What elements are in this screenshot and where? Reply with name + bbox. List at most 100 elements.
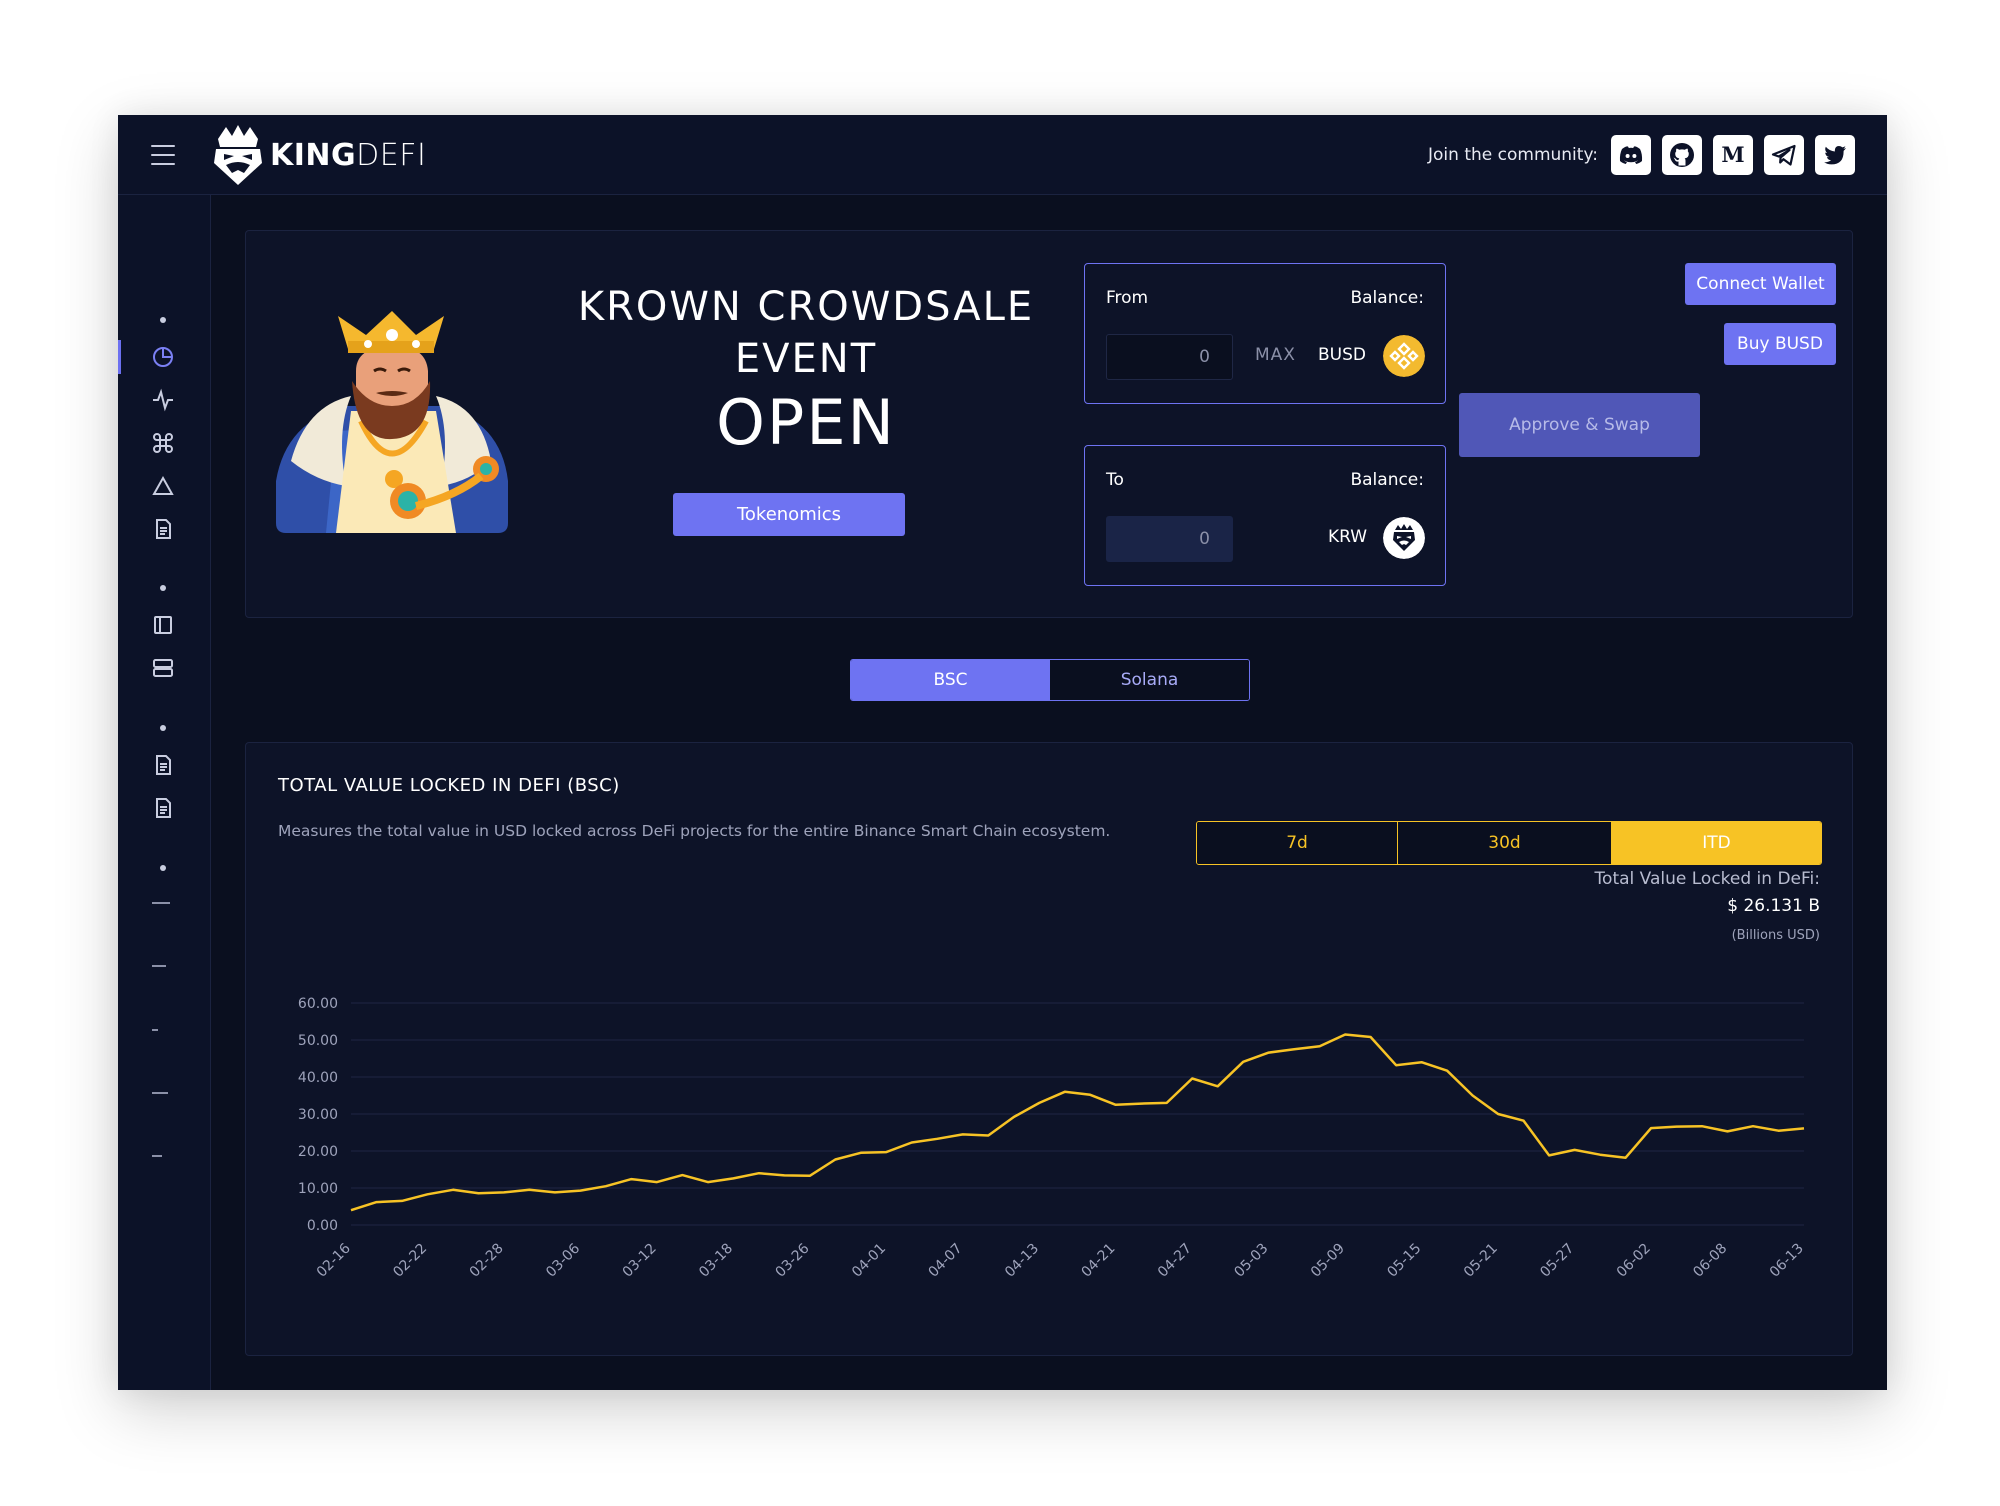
range-7d[interactable]: 7d (1197, 822, 1398, 864)
document-icon (156, 798, 171, 818)
range-toggle: 7d 30d ITD (1196, 821, 1822, 865)
tvl-description: Measures the total value in USD locked a… (278, 822, 1111, 840)
king-mascot-illustration (276, 311, 508, 533)
medium-icon: M (1721, 142, 1744, 167)
logo-text-bold: KING (270, 137, 357, 173)
swap-from-box: From Balance: MAX BUSD (1084, 263, 1446, 404)
crowdsale-title: KROWN CROWDSALE EVENT OPEN (546, 281, 1066, 461)
from-balance-label: Balance: (1350, 288, 1424, 308)
y-tick-label: 50.00 (298, 1033, 338, 1049)
x-tick-label: 04-13 (1002, 1241, 1042, 1281)
x-tick-label: 05-15 (1384, 1241, 1424, 1281)
network-tab-bsc[interactable]: BSC (851, 660, 1050, 700)
buy-busd-button[interactable]: Buy BUSD (1724, 323, 1836, 365)
crowdsale-card: KROWN CROWDSALE EVENT OPEN Tokenomics Fr… (245, 230, 1853, 618)
medium-button[interactable]: M (1713, 135, 1753, 175)
sidebar-item-placeholder[interactable] (152, 1092, 168, 1094)
range-itd[interactable]: ITD (1612, 822, 1821, 864)
sidebar-item-documents[interactable] (151, 517, 175, 541)
x-tick-label: 05-09 (1308, 1241, 1348, 1281)
x-tick-label: 03-06 (543, 1240, 583, 1280)
busd-token-icon (1383, 335, 1425, 377)
x-tick-label: 05-27 (1537, 1241, 1577, 1281)
to-balance-label: Balance: (1350, 470, 1424, 490)
x-tick-label: 02-22 (390, 1241, 430, 1281)
kingdefi-logo[interactable]: KINGDEFI (210, 121, 426, 189)
telegram-button[interactable] (1764, 135, 1804, 175)
github-button[interactable] (1662, 135, 1702, 175)
king-logo-icon (214, 125, 262, 185)
sidebar-item-placeholder[interactable] (152, 1029, 158, 1031)
connect-wallet-button[interactable]: Connect Wallet (1685, 263, 1836, 305)
sidebar-item-doc-b[interactable] (151, 796, 175, 820)
from-token-name: BUSD (1318, 345, 1366, 365)
sidebar-group-dot (160, 585, 166, 591)
y-tick-label: 20.00 (298, 1144, 338, 1160)
triangle-icon (152, 475, 174, 495)
to-token-name: KRW (1328, 527, 1368, 547)
sidebar-item-command[interactable] (151, 431, 175, 455)
from-label: From (1106, 288, 1149, 308)
x-tick-label: 06-13 (1767, 1241, 1807, 1281)
tokenomics-button[interactable]: Tokenomics (673, 493, 905, 536)
sidebar-item-doc-a[interactable] (151, 753, 175, 777)
tvl-series-line (350, 1033, 1805, 1212)
sidebar-item-activity[interactable] (151, 388, 175, 412)
y-tick-label: 60.00 (298, 996, 338, 1012)
tvl-summary-value: $ 26.131 B (1727, 896, 1820, 916)
top-bar: KINGDEFI Join the community: M (118, 115, 1887, 195)
title-line-1: KROWN CROWDSALE (577, 284, 1035, 330)
to-label: To (1106, 470, 1124, 490)
sidebar-group-dot (160, 317, 166, 323)
logo-text-light: DEFI (356, 137, 427, 173)
community-links: Join the community: M (1428, 135, 1855, 175)
x-tick-label: 03-26 (773, 1240, 813, 1280)
title-line-2: EVENT (734, 336, 878, 382)
x-tick-label: 04-21 (1078, 1241, 1118, 1281)
x-tick-label: 05-03 (1231, 1241, 1271, 1281)
x-tick-label: 04-07 (926, 1241, 966, 1281)
tvl-card: TOTAL VALUE LOCKED IN DEFI (BSC) Measure… (245, 742, 1853, 1356)
document-icon (156, 755, 171, 775)
sidebar (118, 195, 211, 1390)
x-tick-label: 02-28 (467, 1241, 507, 1281)
sidebar-item-placeholder[interactable] (152, 902, 170, 904)
twitter-icon (1824, 146, 1846, 165)
to-amount-input[interactable] (1106, 516, 1233, 562)
sidebar-item-layout[interactable] (151, 613, 175, 637)
menu-icon[interactable] (151, 145, 175, 165)
x-tick-label: 03-18 (696, 1241, 736, 1281)
sidebar-item-alerts[interactable] (151, 474, 175, 498)
y-tick-label: 30.00 (298, 1107, 338, 1123)
tvl-summary-unit: (Billions USD) (1731, 928, 1820, 943)
approve-swap-button[interactable]: Approve & Swap (1459, 393, 1700, 457)
swap-to-box: To Balance: KRW (1084, 445, 1446, 586)
x-tick-label: 06-08 (1690, 1241, 1730, 1281)
x-tick-label: 04-01 (849, 1241, 889, 1281)
sidebar-item-dashboard[interactable] (151, 345, 175, 369)
from-amount-input[interactable] (1106, 334, 1233, 380)
range-30d[interactable]: 30d (1398, 822, 1612, 864)
sidebar-group-dot (160, 725, 166, 731)
sale-status: OPEN (716, 386, 896, 459)
tvl-title: TOTAL VALUE LOCKED IN DEFI (BSC) (278, 775, 620, 796)
network-tab-solana[interactable]: Solana (1050, 660, 1249, 700)
telegram-icon (1771, 144, 1796, 166)
document-icon (156, 519, 171, 539)
discord-icon (1619, 146, 1643, 164)
community-label: Join the community: (1428, 145, 1598, 165)
svg-text:M: M (1721, 142, 1744, 167)
activity-icon (153, 388, 173, 412)
twitter-button[interactable] (1815, 135, 1855, 175)
max-button[interactable]: MAX (1255, 345, 1296, 365)
x-tick-label: 05-21 (1461, 1241, 1501, 1281)
sidebar-item-servers[interactable] (151, 656, 175, 680)
sidebar-item-placeholder[interactable] (152, 1155, 162, 1157)
sidebar-active-indicator (118, 340, 121, 374)
command-icon (153, 433, 173, 453)
y-tick-label: 0.00 (307, 1218, 338, 1234)
app-window: KINGDEFI Join the community: M KROWN CRO… (118, 115, 1887, 1390)
pie-chart-icon (153, 347, 173, 367)
sidebar-item-placeholder[interactable] (152, 965, 166, 967)
discord-button[interactable] (1611, 135, 1651, 175)
